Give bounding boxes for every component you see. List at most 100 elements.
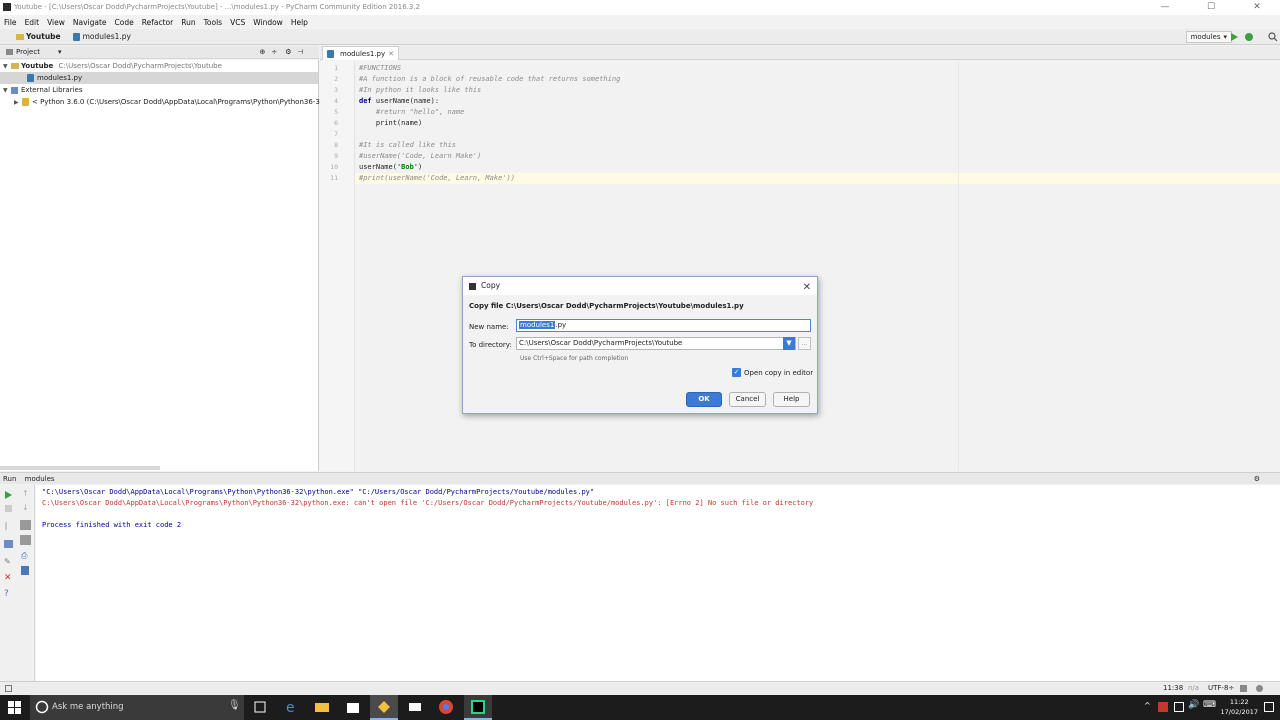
menu-navigate[interactable]: Navigate bbox=[73, 18, 107, 27]
menu-refactor[interactable]: Refactor bbox=[142, 18, 173, 27]
folder-icon bbox=[11, 63, 19, 69]
line-separator[interactable]: n/a bbox=[1188, 684, 1199, 692]
task-view-icon[interactable] bbox=[252, 699, 268, 715]
mail-icon[interactable] bbox=[407, 699, 423, 715]
pause-icon[interactable]: ‖ bbox=[4, 521, 8, 530]
tool-windows-icon[interactable] bbox=[5, 685, 12, 692]
code-line: #userName('Code, Learn Make') bbox=[359, 152, 482, 160]
scroll-to-end-icon[interactable] bbox=[20, 535, 31, 545]
tree-item-project-root[interactable]: ▼ Youtube C:\Users\Oscar Dodd\PycharmProj… bbox=[0, 60, 318, 72]
microphone-icon[interactable]: 🎙 bbox=[228, 700, 241, 711]
console-error-line: C:\Users\Oscar Dodd\AppData\Local\Progra… bbox=[42, 499, 814, 507]
run-console[interactable]: "C:\Users\Oscar Dodd\AppData\Local\Progr… bbox=[36, 485, 1280, 681]
wrap-icon[interactable] bbox=[20, 520, 31, 530]
gear-icon[interactable]: ⚙ bbox=[285, 46, 291, 58]
search-placeholder: Ask me anything bbox=[52, 702, 124, 712]
line-number: 6 bbox=[334, 119, 338, 127]
taskbar-clock[interactable]: 11:22 17/02/2017 bbox=[1221, 697, 1258, 717]
field-text: .py bbox=[555, 321, 567, 329]
search-icon[interactable] bbox=[1268, 32, 1278, 42]
dump-threads-icon[interactable] bbox=[4, 540, 13, 548]
chevron-up-icon[interactable]: ^ bbox=[1144, 701, 1151, 710]
sync-icon[interactable]: ⊕ bbox=[259, 46, 265, 58]
python-file-icon bbox=[27, 74, 34, 82]
close-icon[interactable]: ✕ bbox=[803, 279, 811, 297]
cortana-search-box[interactable]: Ask me anything bbox=[30, 695, 244, 720]
rerun-icon[interactable] bbox=[4, 490, 13, 500]
code-text: ) bbox=[418, 163, 423, 171]
python-file-icon bbox=[327, 49, 334, 58]
gear-icon[interactable]: ⚙ bbox=[1254, 473, 1260, 485]
new-name-field[interactable]: modules1.py bbox=[516, 319, 811, 332]
help-button[interactable]: Help bbox=[773, 392, 810, 407]
volume-icon[interactable]: 🔊 bbox=[1188, 700, 1199, 710]
up-arrow-icon[interactable]: ↑ bbox=[22, 489, 29, 498]
breadcrumb-file[interactable]: modules1.py bbox=[72, 32, 131, 41]
browse-button[interactable]: … bbox=[798, 337, 811, 350]
hide-icon[interactable]: ⊣ bbox=[298, 46, 304, 58]
line-number: 10 bbox=[330, 163, 338, 171]
to-directory-field[interactable]: C:\Users\Oscar Dodd\PycharmProjects\Yout… bbox=[516, 337, 796, 350]
menu-help[interactable]: Help bbox=[291, 18, 308, 27]
maximize-button[interactable]: ☐ bbox=[1188, 0, 1234, 15]
store-icon[interactable] bbox=[345, 699, 361, 715]
chevron-down-icon[interactable]: ▼ bbox=[783, 337, 795, 350]
project-view-select[interactable]: Project bbox=[16, 46, 40, 58]
close-icon[interactable]: ✕ bbox=[4, 573, 12, 583]
new-name-label: New name: bbox=[469, 323, 509, 331]
cancel-button[interactable]: Cancel bbox=[729, 392, 766, 407]
network-icon[interactable] bbox=[1174, 702, 1184, 712]
file-encoding[interactable]: UTF-8÷ bbox=[1208, 684, 1234, 692]
close-icon[interactable]: ✕ bbox=[388, 50, 394, 58]
tree-item-modules1[interactable]: modules1.py bbox=[0, 72, 318, 84]
code-line: def userName(name): bbox=[359, 97, 439, 105]
svg-text:e: e bbox=[286, 700, 295, 715]
chrome-icon[interactable] bbox=[438, 699, 454, 715]
menu-code[interactable]: Code bbox=[115, 18, 134, 27]
status-bar: 11:38 n/a UTF-8÷ bbox=[0, 681, 1280, 695]
menu-window[interactable]: Window bbox=[253, 18, 283, 27]
windows-start-icon[interactable] bbox=[8, 701, 21, 714]
cursor-position[interactable]: 11:38 bbox=[1163, 684, 1183, 692]
tab-modules1[interactable]: modules1.py ✕ bbox=[322, 46, 400, 60]
lock-icon[interactable] bbox=[1240, 685, 1247, 692]
menu-tools[interactable]: Tools bbox=[204, 18, 222, 27]
antivirus-icon[interactable] bbox=[1158, 702, 1168, 712]
open-copy-checkbox[interactable]: ✓ bbox=[732, 368, 741, 377]
menu-run[interactable]: Run bbox=[181, 18, 195, 27]
field-text: C:\Users\Oscar Dodd\PycharmProjects\Yout… bbox=[519, 339, 683, 347]
open-copy-label: Open copy in editor bbox=[744, 369, 814, 377]
run-configuration-select[interactable]: modules ▾ bbox=[1185, 31, 1232, 43]
tab-label: modules1.py bbox=[340, 49, 386, 58]
debug-icon[interactable] bbox=[1244, 32, 1254, 42]
breadcrumb-project[interactable]: Youtube bbox=[16, 32, 61, 41]
down-arrow-icon[interactable]: ↓ bbox=[22, 503, 29, 512]
menu-bar: File Edit View Navigate Code Refactor Ru… bbox=[0, 15, 1280, 29]
collapse-icon[interactable]: ÷ bbox=[271, 46, 277, 58]
pin-icon[interactable]: ✎ bbox=[4, 557, 11, 566]
edge-icon[interactable]: e bbox=[284, 699, 300, 715]
chevron-down-icon[interactable]: ▾ bbox=[58, 46, 62, 58]
ok-button[interactable]: OK bbox=[686, 392, 722, 407]
help-icon[interactable]: ? bbox=[4, 589, 9, 599]
keyboard-icon[interactable]: ⌨ bbox=[1203, 700, 1216, 710]
pycharm-icon bbox=[471, 700, 485, 714]
menu-vcs[interactable]: VCS bbox=[230, 18, 245, 27]
horizontal-scrollbar[interactable] bbox=[0, 466, 160, 470]
tree-item-label: < Python 3.6.0 (C:\Users\Oscar Dodd\AppD… bbox=[32, 98, 327, 106]
hector-icon[interactable] bbox=[1256, 685, 1263, 692]
tree-item-python-sdk[interactable]: ▶ < Python 3.6.0 (C:\Users\Oscar Dodd\App… bbox=[0, 96, 327, 108]
menu-file[interactable]: File bbox=[4, 18, 17, 27]
trash-icon[interactable] bbox=[21, 566, 29, 575]
run-icon[interactable] bbox=[1230, 32, 1239, 42]
tree-item-external-libraries[interactable]: ▼ External Libraries bbox=[0, 84, 318, 96]
minimize-button[interactable]: — bbox=[1142, 0, 1188, 15]
file-explorer-icon[interactable] bbox=[314, 699, 330, 715]
menu-view[interactable]: View bbox=[47, 18, 65, 27]
menu-edit[interactable]: Edit bbox=[25, 18, 40, 27]
stop-icon[interactable] bbox=[5, 505, 12, 512]
print-icon[interactable]: ⎙ bbox=[21, 551, 27, 561]
close-window-button[interactable]: ✕ bbox=[1234, 0, 1280, 15]
run-tab-label[interactable]: modules bbox=[25, 475, 55, 483]
notifications-icon[interactable] bbox=[1264, 702, 1274, 712]
